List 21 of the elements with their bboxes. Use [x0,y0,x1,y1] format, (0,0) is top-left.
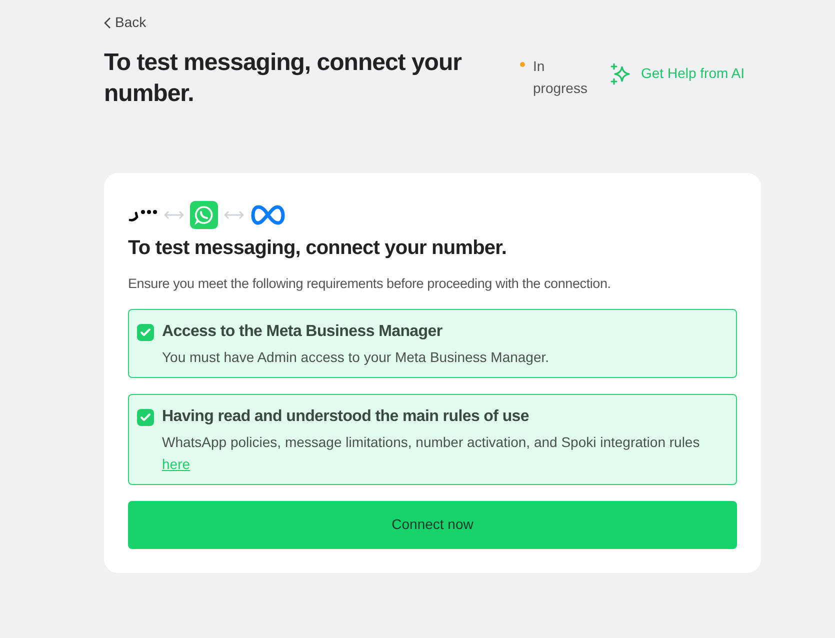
connect-button[interactable]: Connect now [128,500,737,549]
card-subtitle: Ensure you meet the following requirements before proceeding with the connection. [128,274,612,293]
sparkle-icon [610,62,632,84]
checkbox[interactable] [137,408,154,426]
requirement-title: Access to the Meta Business Manager [162,322,444,342]
checkbox[interactable] [137,324,154,341]
status-text: In progress [533,56,588,98]
page-title: To test messaging, connect your number. [104,48,463,108]
double-arrow-icon [224,210,244,220]
requirement-description: WhatsApp policies, message limitations, number activation, and Spoki integration rules here [162,432,700,474]
infinity-logo-icon [250,204,286,226]
check-icon [140,412,151,422]
check-icon [140,328,151,337]
card-title: To test messaging, connect your number. [128,236,508,260]
whatsapp-icon [190,200,218,228]
double-arrow-icon [164,210,184,220]
logo-icon [128,208,158,222]
requirement-title: Having read and understood the main rules of use [162,406,530,427]
back-link[interactable]: Back [104,12,146,33]
requirement-description: You must have Admin access to your Meta Business Manager. [162,348,550,367]
chevron-left-icon [104,16,111,28]
